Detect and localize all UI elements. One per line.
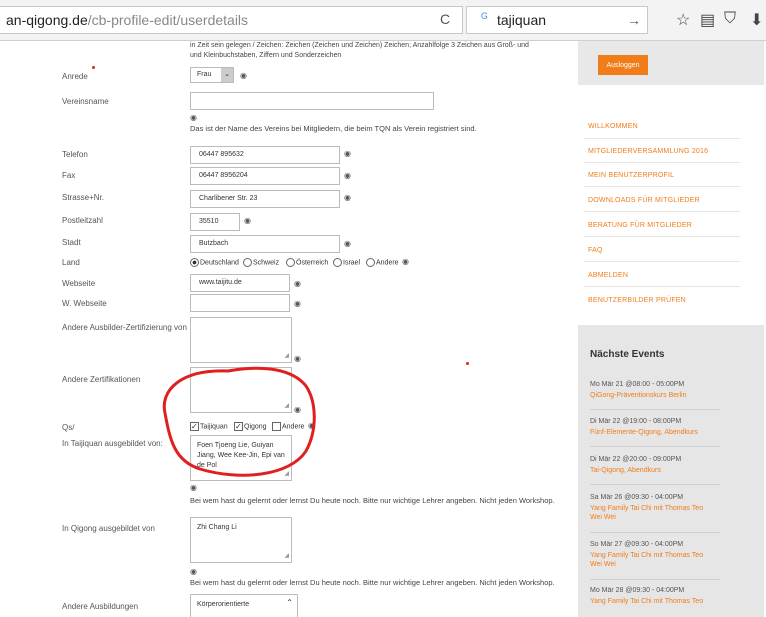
nav-divider xyxy=(584,261,740,262)
events-panel: Nächste Events Mo Mär 21 @08:00 - 05:00P… xyxy=(578,325,764,617)
event-date: Di Mär 22 @19:00 - 08:00PM xyxy=(590,418,682,425)
event-date: Sa Mär 26 @09:30 - 04:00PM xyxy=(590,494,684,501)
nav-item-benutzerprofil[interactable]: MEIN BENUTZERPROFIL xyxy=(588,172,674,179)
nav-item-willkommen[interactable]: WILLKOMMEN xyxy=(588,123,638,130)
search-input[interactable]: tajiquan xyxy=(497,12,546,28)
event-title[interactable]: Yang Family Tai Chi mit Thomas Teo xyxy=(590,597,710,606)
url-bar[interactable]: an-qigong.de/cb-profile-edit/userdetails… xyxy=(0,6,463,34)
url-text: an-qigong.de/cb-profile-edit/userdetails xyxy=(6,12,248,28)
nav-divider xyxy=(584,186,740,187)
nav-divider xyxy=(584,211,740,212)
download-icon[interactable]: ⬇ xyxy=(750,10,763,30)
nav-item-benutzerbilder[interactable]: BENUTZERBILDER PRÜFEN xyxy=(588,297,686,304)
event-date: Mo Mär 21 @08:00 - 05:00PM xyxy=(590,381,685,388)
nav-divider xyxy=(584,162,740,163)
event-title[interactable]: Fünf-Elemente-Qigong, Abendkurs xyxy=(590,428,710,437)
nav-item-mitgliederversammlung[interactable]: MITGLIEDERVERSAMMLUNG 2016 xyxy=(588,148,708,155)
event-date: Di Mär 22 @20:00 - 09:00PM xyxy=(590,456,682,463)
logout-button[interactable]: Ausloggen xyxy=(598,55,648,75)
events-title: Nächste Events xyxy=(590,349,665,360)
event-date: So Mär 27 @09:30 - 04:00PM xyxy=(590,541,684,548)
event-title[interactable]: QiGong-Präventionskurs Berlin xyxy=(590,391,710,400)
search-go-icon[interactable]: → xyxy=(627,12,641,28)
nav-item-faq[interactable]: FAQ xyxy=(588,247,603,254)
event-divider xyxy=(590,446,720,447)
event-title[interactable]: Yang Family Tai Chi mit Thomas Teo Wei W… xyxy=(590,551,710,569)
page-content: in Zeit sein gelegen / Zeichen: Zeichen … xyxy=(0,41,766,617)
bookmark-star-icon[interactable]: ☆ xyxy=(676,10,690,30)
nav-item-beratung[interactable]: BERATUNG FÜR MITGLIEDER xyxy=(588,222,692,229)
search-engine-icon[interactable]: ᴳ xyxy=(481,10,487,25)
sidebar: Ausloggen WILLKOMMEN MITGLIEDERVERSAMMLU… xyxy=(568,41,766,617)
event-divider xyxy=(590,532,720,533)
url-path: /cb-profile-edit/userdetails xyxy=(87,12,249,28)
reload-icon[interactable]: C xyxy=(440,11,450,27)
event-title[interactable]: Tai-Qigong, Abendkurs xyxy=(590,466,710,475)
browser-toolbar: an-qigong.de/cb-profile-edit/userdetails… xyxy=(0,0,766,41)
url-host: an-qigong.de xyxy=(6,12,88,28)
event-divider xyxy=(590,484,720,485)
search-bar[interactable]: ᴳ tajiquan → xyxy=(466,6,648,34)
nav-divider xyxy=(584,138,740,139)
nav-item-downloads[interactable]: DOWNLOADS FÜR MITGLIEDER xyxy=(588,197,700,204)
event-divider xyxy=(590,579,720,580)
event-divider xyxy=(590,409,720,410)
nav-divider xyxy=(584,286,740,287)
event-date: Mo Mär 28 @09:30 - 04:00PM xyxy=(590,587,685,594)
nav-divider xyxy=(584,236,740,237)
annotation-circle xyxy=(162,366,316,477)
event-title[interactable]: Yang Family Tai Chi mit Thomas Teo Wei W… xyxy=(590,504,710,522)
nav-item-abmelden[interactable]: ABMELDEN xyxy=(588,272,628,279)
logout-box: Ausloggen xyxy=(578,41,764,85)
pocket-icon[interactable]: ⛉ xyxy=(724,10,736,28)
reader-view-icon[interactable]: ▤ xyxy=(700,10,715,30)
